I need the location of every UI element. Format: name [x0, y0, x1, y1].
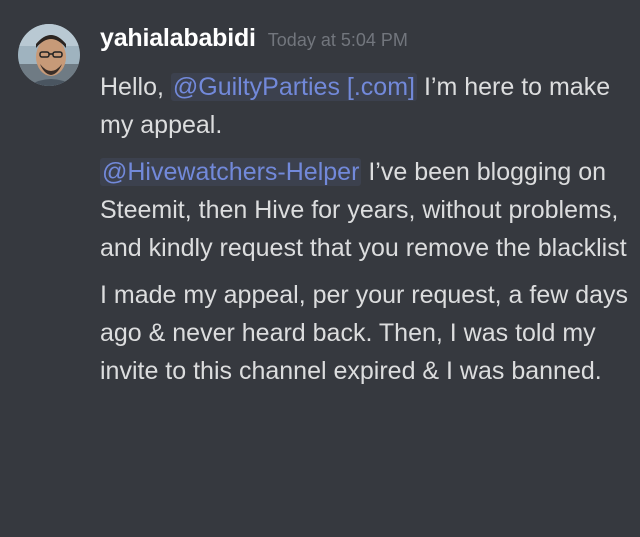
message-text: I made my appeal, per your request, a fe…	[100, 281, 629, 385]
mention-hivewatchers-helper[interactable]: @Hivewatchers-Helper	[100, 158, 362, 186]
message-text: Hello,	[100, 73, 164, 101]
username[interactable]: yahialababidi	[100, 24, 256, 53]
timestamp[interactable]: Today at 5:04 PM	[268, 30, 408, 51]
message-line: @Hivewatchers-Helper I’ve been blogging …	[100, 153, 630, 267]
message-content: yahialababidi Today at 5:04 PM Hello, @G…	[100, 24, 630, 390]
user-avatar[interactable]	[18, 24, 80, 86]
mention-guiltyparties[interactable]: @GuiltyParties [.com]	[170, 73, 417, 101]
message-header: yahialababidi Today at 5:04 PM	[100, 24, 630, 68]
avatar-photo-icon	[18, 24, 80, 86]
message-line: I made my appeal, per your request, a fe…	[100, 276, 630, 390]
message-line: Hello, @GuiltyParties [.com] I’m here to…	[100, 68, 630, 144]
chat-message-area: yahialababidi Today at 5:04 PM Hello, @G…	[0, 0, 640, 537]
